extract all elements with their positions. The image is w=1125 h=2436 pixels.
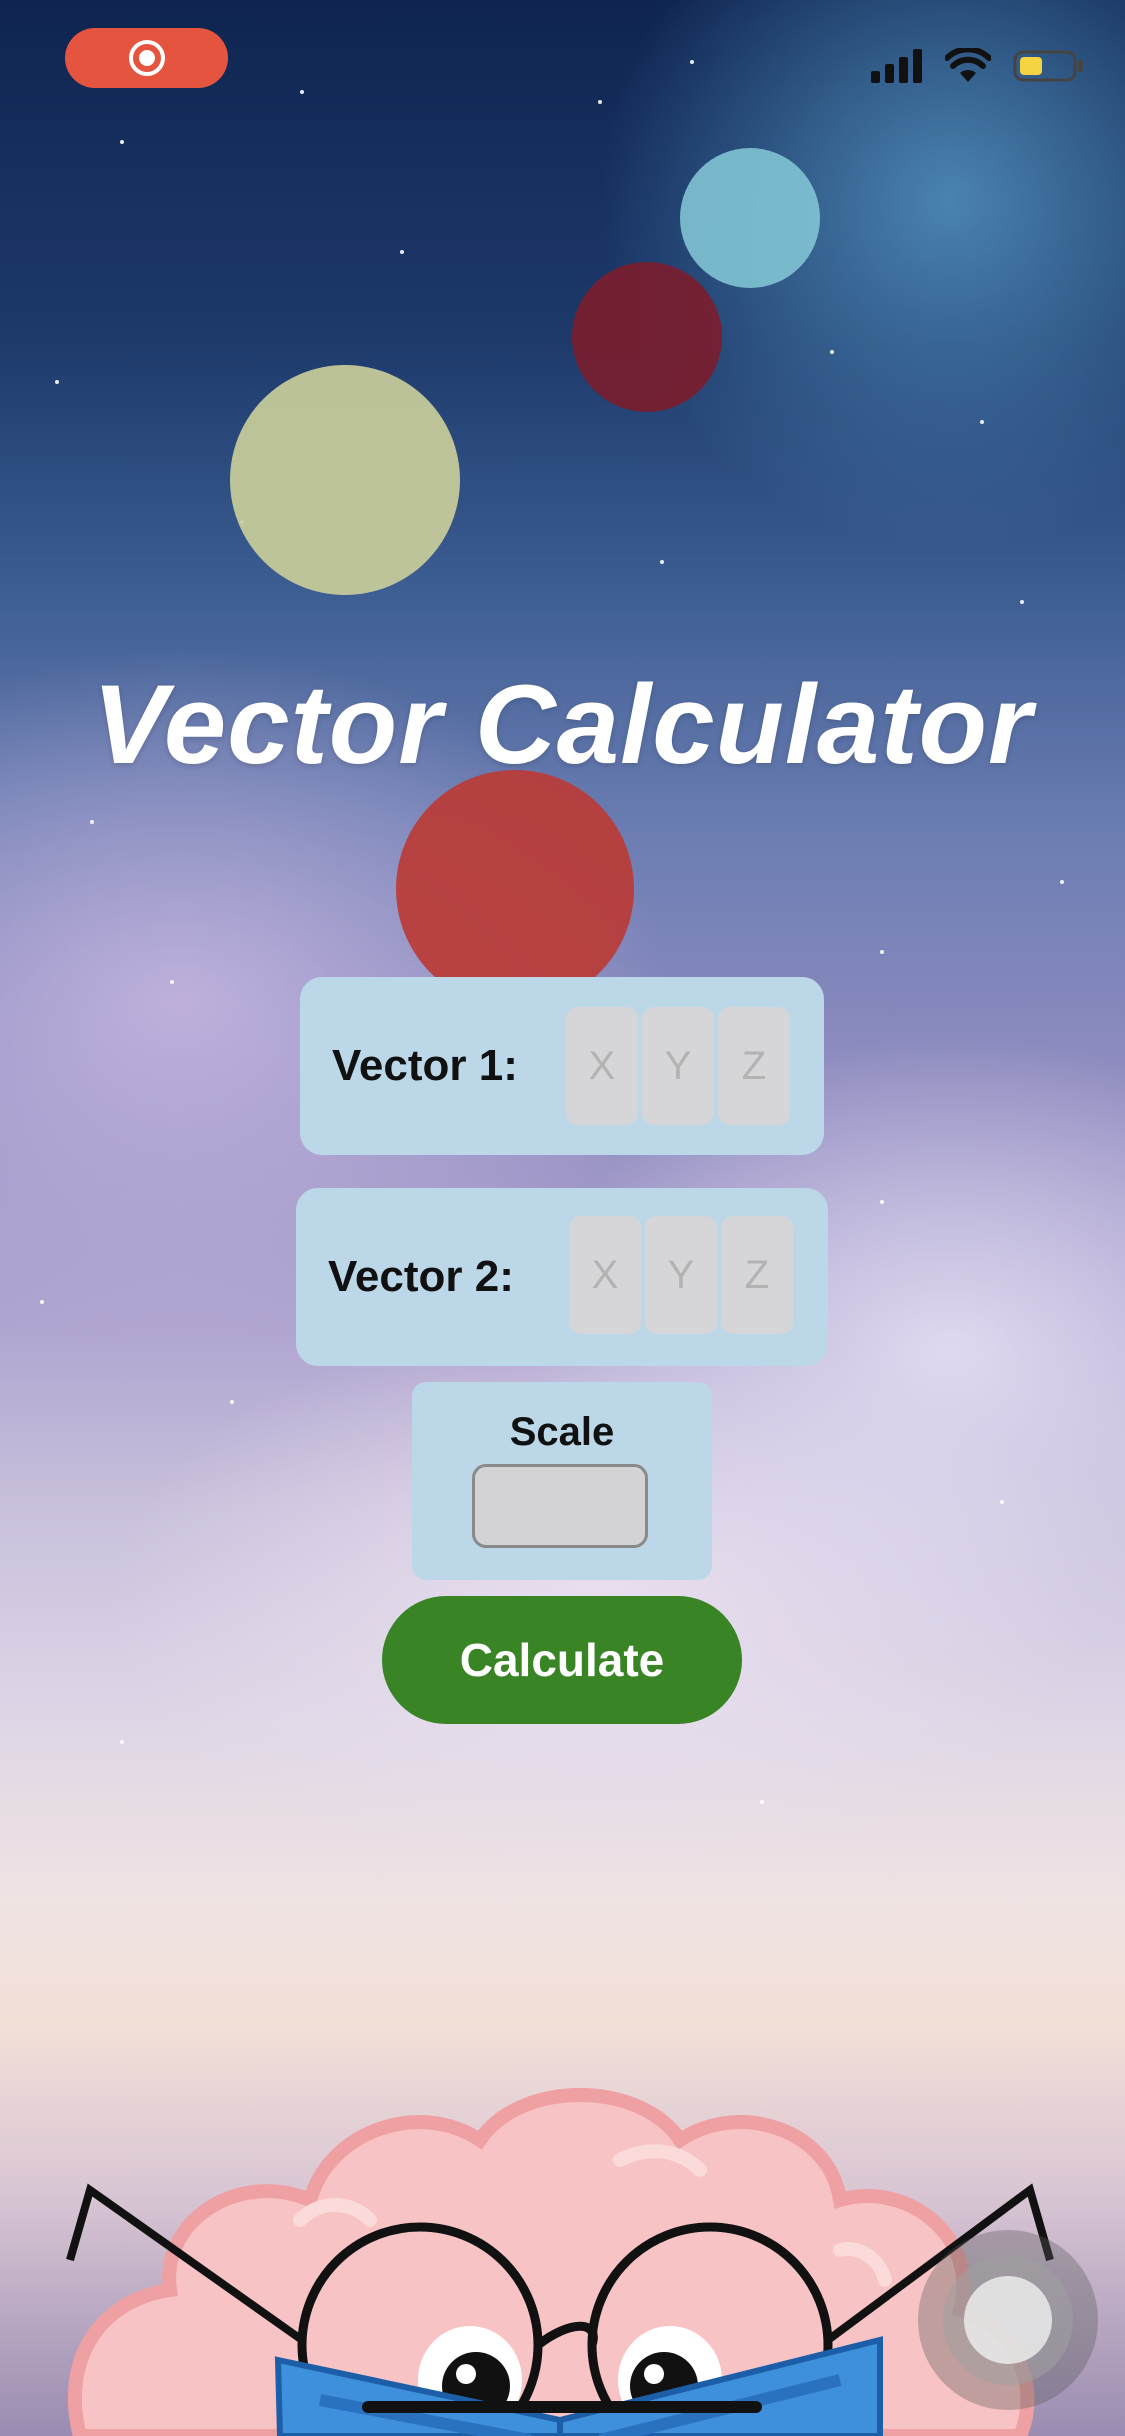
scale-panel: Scale [412,1382,712,1580]
scale-input[interactable] [475,1467,649,1547]
battery-icon [1013,50,1083,82]
assistive-touch-button[interactable] [918,2230,1098,2410]
scale-field[interactable] [472,1464,649,1548]
vector2-panel: Vector 2: [296,1188,828,1366]
vector1-x-field[interactable] [564,1007,640,1125]
vector1-z-input[interactable] [716,1042,792,1090]
vector2-y-field[interactable] [643,1216,719,1334]
vector1-z-field[interactable] [716,1007,792,1125]
vector2-z-field[interactable] [719,1216,795,1334]
vector1-y-input[interactable] [640,1042,716,1090]
record-icon [129,40,165,76]
vector2-y-input[interactable] [643,1251,719,1299]
vector2-x-field[interactable] [567,1216,643,1334]
vector2-x-input[interactable] [567,1251,643,1299]
vector1-panel: Vector 1: [300,977,824,1155]
scale-label: Scale [509,1410,615,1454]
calculate-button[interactable]: Calculate [382,1596,742,1724]
screen-recording-pill[interactable] [65,28,228,88]
page-title: Vector Calculator [92,662,1033,787]
vector1-y-field[interactable] [640,1007,716,1125]
home-indicator[interactable] [362,2401,762,2413]
bubble-olive [230,365,460,595]
bubble-dark-red [572,262,722,412]
vector1-x-input[interactable] [564,1042,640,1090]
vector2-z-input[interactable] [719,1251,795,1299]
bubble-light-blue [680,148,820,288]
vector2-label: Vector 2: [328,1252,514,1301]
bubble-red [396,770,634,1008]
vector1-label: Vector 1: [332,1041,518,1090]
status-icons [871,48,1085,84]
signal-icon [871,49,922,83]
wifi-icon [945,48,991,82]
